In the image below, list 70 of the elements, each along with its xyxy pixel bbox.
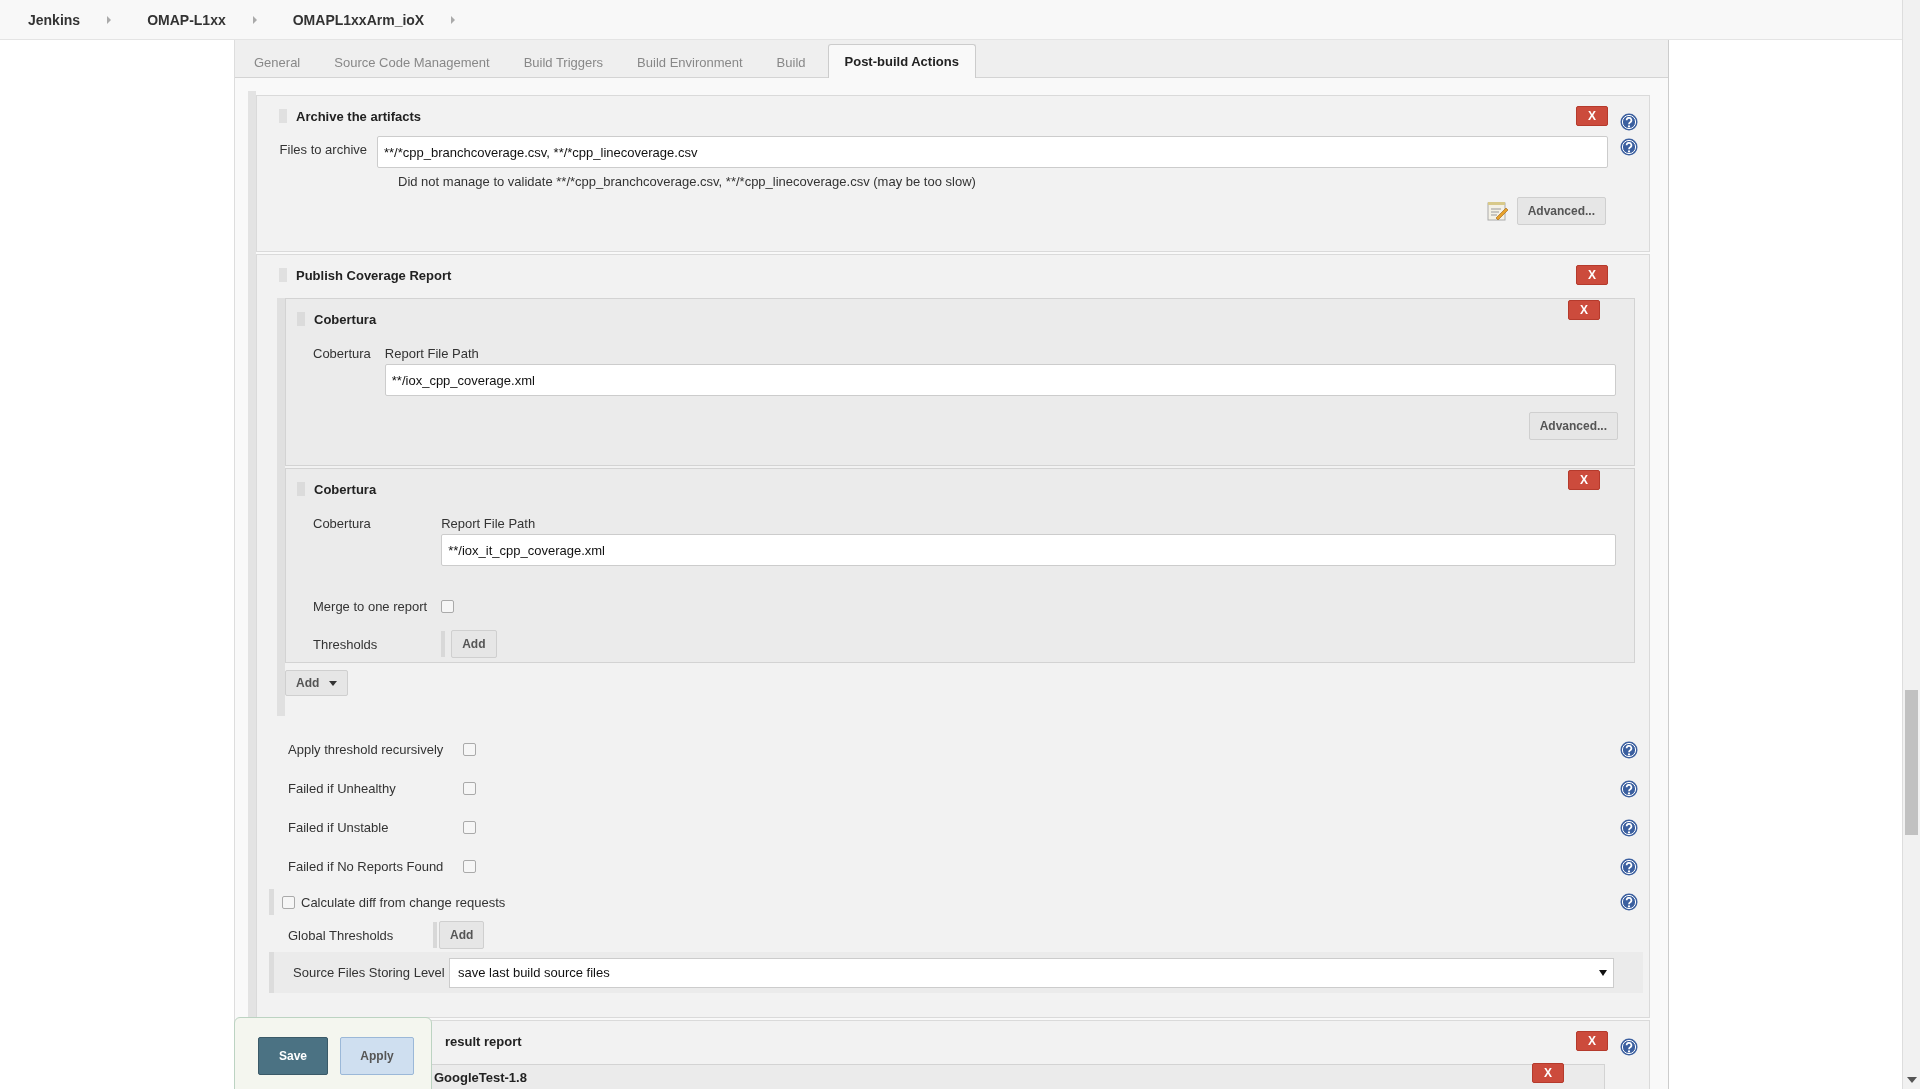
delete-button[interactable]: X [1568, 299, 1600, 320]
field-label: Cobertura [313, 515, 372, 533]
checkbox[interactable] [463, 743, 476, 756]
notepad-icon[interactable] [1486, 201, 1509, 221]
add-dropdown-button[interactable]: Add [285, 670, 349, 696]
adapter-title: GoogleTest-1.8 [434, 1070, 527, 1085]
chevron-icon[interactable] [106, 15, 113, 24]
field-label: Source Files Storing Level [292, 965, 446, 980]
checkbox-label: Failed if No Reports Found [287, 859, 445, 874]
input-field[interactable]: **/iox_it_cpp_coverage.xml [441, 534, 1616, 566]
adapter-title: Cobertura [314, 481, 377, 497]
delete-button[interactable]: X [1532, 1063, 1564, 1083]
checkbox-label: Failed if Unstable [287, 820, 390, 835]
caret-icon [1599, 969, 1607, 976]
apply-button[interactable]: Apply [340, 1037, 414, 1075]
checkbox-label: Failed if Unhealthy [287, 781, 397, 796]
field-label: Cobertura [313, 345, 371, 363]
chevron-icon[interactable] [450, 15, 457, 24]
add-button[interactable]: Add [439, 921, 485, 949]
checkbox-label: Merge to one report [313, 597, 428, 616]
tab[interactable]: Source Code Management [317, 45, 507, 78]
checkbox[interactable] [282, 895, 295, 909]
checkbox[interactable] [463, 821, 476, 834]
scrollbar-thumb[interactable] [1905, 690, 1918, 835]
input-field[interactable]: **/*cpp_branchcoverage.csv, **/*cpp_linecoverage.csv [377, 136, 1608, 168]
delete-button[interactable]: X [1576, 264, 1608, 285]
checkbox[interactable] [463, 860, 476, 873]
breadcrumb-link[interactable]: Jenkins [28, 11, 81, 28]
caret-icon [329, 680, 338, 686]
save-button[interactable]: Save [258, 1037, 328, 1075]
checkbox-label: Calculate diff from change requests [301, 894, 506, 910]
delete-button[interactable]: X [1576, 1030, 1608, 1051]
dropdown-field[interactable]: save last build source files [449, 957, 1614, 988]
help-icon[interactable] [1619, 138, 1638, 156]
chevron-icon[interactable] [251, 15, 258, 24]
scroll-down-icon[interactable] [1906, 1077, 1917, 1083]
field-label: Report File Path [384, 345, 480, 363]
breadcrumb-link[interactable]: OMAPL1xxArm_ioX [292, 11, 425, 28]
tab[interactable]: Build [759, 45, 823, 78]
help-icon[interactable] [1619, 1038, 1638, 1056]
tab[interactable]: Build Triggers [506, 45, 621, 78]
advanced-button[interactable]: Advanced... [1516, 197, 1606, 225]
checkbox[interactable] [441, 599, 455, 613]
tab[interactable]: General [237, 45, 318, 78]
section-title: Archive the artifacts [296, 108, 421, 124]
adapter-title: Cobertura [314, 311, 377, 327]
field-label: Files to archive [278, 141, 368, 157]
help-icon[interactable] [1619, 857, 1638, 876]
delete-button[interactable]: X [1576, 105, 1608, 126]
checkbox[interactable] [463, 782, 476, 795]
field-label: Report File Path [441, 515, 537, 533]
checkbox-label: Apply threshold recursively [287, 742, 445, 757]
validation-message: Did not manage to validate **/*cpp_branchcoverage.csv, **/*cpp_linecoverage.csv (may be too slow) [397, 173, 976, 189]
help-icon[interactable] [1619, 818, 1638, 837]
add-button[interactable]: Add [451, 630, 497, 658]
tab[interactable]: Post-build Actions [827, 44, 976, 78]
advanced-button[interactable]: Advanced... [1528, 412, 1618, 440]
tab[interactable]: Build Environment [620, 45, 760, 78]
delete-button[interactable]: X [1568, 469, 1600, 490]
help-icon[interactable] [1619, 893, 1638, 911]
help-icon[interactable] [1619, 740, 1638, 759]
input-field[interactable]: **/iox_cpp_coverage.xml [384, 364, 1616, 396]
help-icon[interactable] [1619, 779, 1638, 798]
scrollbar[interactable] [1902, 0, 1920, 1089]
field-label: Global Thresholds [287, 927, 395, 943]
section-title: result report [445, 1033, 522, 1049]
field-label: Thresholds [313, 635, 379, 654]
help-icon[interactable] [1619, 113, 1638, 131]
section-title: Publish Coverage Report [296, 267, 452, 283]
breadcrumb-link[interactable]: OMAP-L1xx [147, 11, 226, 28]
